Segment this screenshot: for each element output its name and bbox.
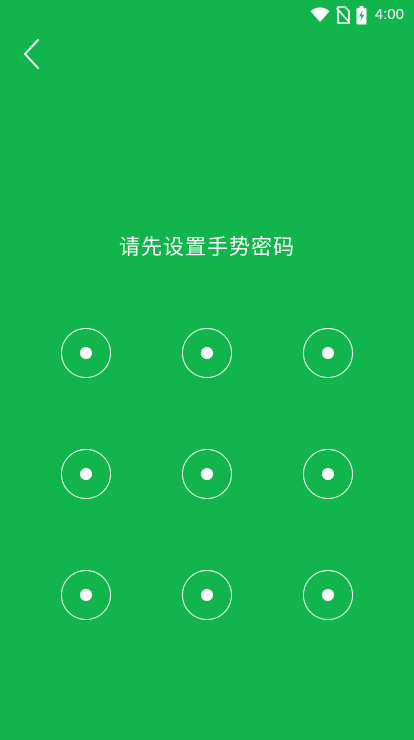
pattern-dot-center: [322, 468, 334, 480]
pattern-dot-3[interactable]: [303, 328, 353, 378]
pattern-dot-center: [201, 589, 213, 601]
pattern-dot-center: [322, 589, 334, 601]
pattern-dot-center: [80, 589, 92, 601]
pattern-dot-9[interactable]: [303, 570, 353, 620]
pattern-dot-center: [322, 347, 334, 359]
pattern-dot-center: [80, 468, 92, 480]
pattern-dot-7[interactable]: [61, 570, 111, 620]
pattern-dot-center: [80, 347, 92, 359]
pattern-dot-2[interactable]: [182, 328, 232, 378]
pattern-dot-4[interactable]: [61, 449, 111, 499]
pattern-dot-8[interactable]: [182, 570, 232, 620]
pattern-dot-1[interactable]: [61, 328, 111, 378]
pattern-dot-6[interactable]: [303, 449, 353, 499]
pattern-dot-center: [201, 347, 213, 359]
gesture-pattern-grid[interactable]: [0, 0, 414, 740]
pattern-dot-5[interactable]: [182, 449, 232, 499]
gesture-password-screen: 4:00 请先设置手势密码: [0, 0, 414, 740]
pattern-dot-center: [201, 468, 213, 480]
